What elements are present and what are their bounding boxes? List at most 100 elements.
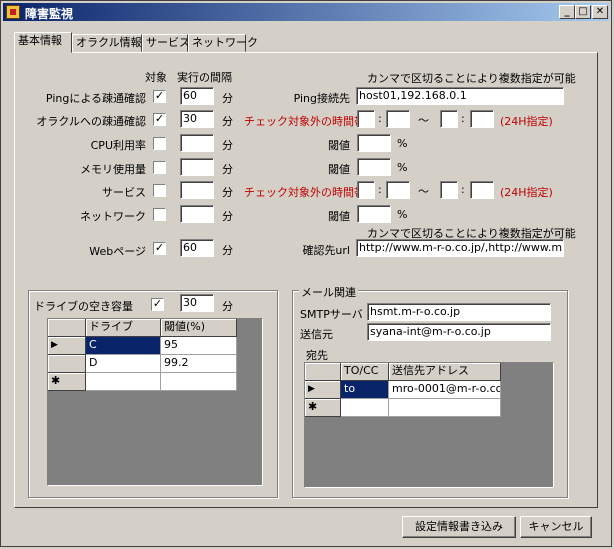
web-check-checkbox[interactable]: ✓ <box>153 242 166 255</box>
save-settings-button[interactable]: 設定情報書き込み <box>402 516 516 538</box>
new-row-marker-icon[interactable]: ✱ <box>48 373 86 391</box>
close-button[interactable]: ✕ <box>592 5 608 19</box>
network-check-checkbox[interactable] <box>153 208 166 221</box>
oracle-exclude-start-hour[interactable] <box>357 110 375 128</box>
memory-threshold-label: 閾値 <box>328 163 350 176</box>
tab-service[interactable]: サービス <box>142 34 190 52</box>
service-interval-unit: 分 <box>222 186 233 199</box>
oracle-exclude-label: チェック対象外の時間帯 <box>244 115 365 128</box>
memory-check-checkbox[interactable] <box>153 161 166 174</box>
service-exclude-start-colon: : <box>378 183 382 196</box>
tab-network[interactable]: ネットワーク <box>188 34 258 52</box>
drive-cell[interactable]: D <box>86 355 161 373</box>
oracle-24h-note: (24H指定) <box>500 115 553 128</box>
to-cc-column-header[interactable]: TO/CC <box>341 363 389 381</box>
oracle-exclude-start-min[interactable] <box>386 110 410 128</box>
network-threshold-input[interactable] <box>357 205 391 223</box>
ping-dest-label: Ping接続先 <box>293 92 350 105</box>
new-row-marker-icon[interactable]: ✱ <box>305 399 341 417</box>
cpu-check-checkbox[interactable] <box>153 137 166 150</box>
minimize-button[interactable]: _ <box>559 5 575 19</box>
memory-check-label: メモリ使用量 <box>80 163 146 176</box>
row-current-marker-icon[interactable]: ▶ <box>48 337 86 355</box>
service-check-checkbox[interactable] <box>153 184 166 197</box>
web-interval-input[interactable]: 60 <box>180 239 214 257</box>
to-cc-cell[interactable]: to <box>341 381 389 399</box>
oracle-interval-input[interactable]: 30 <box>180 110 214 128</box>
drive-column-header[interactable]: ドライブ <box>86 319 161 337</box>
threshold-cell[interactable] <box>161 373 237 391</box>
mail-group-title: メール関連 <box>299 284 358 300</box>
window-title: 障害監視 <box>25 7 74 21</box>
drive-grid[interactable]: ドライブ 閾値(%) ▶ C 95 D 99.2 ✱ <box>47 318 263 486</box>
threshold-cell[interactable]: 99.2 <box>161 355 237 373</box>
service-check-label: サービス <box>102 186 146 199</box>
service-exclude-end-min[interactable] <box>470 181 494 199</box>
url-label: 確認先url <box>302 244 350 257</box>
service-exclude-end-hour[interactable] <box>440 181 458 199</box>
memory-threshold-unit: % <box>397 161 408 174</box>
address-cell[interactable]: mro-0001@m-r-o.co.jp <box>389 381 501 399</box>
oracle-exclude-start-colon: : <box>378 112 382 125</box>
drive-free-label: ドライブの空き容量 <box>34 300 133 313</box>
address-cell[interactable] <box>389 399 501 417</box>
drive-interval-input[interactable]: 30 <box>180 294 214 312</box>
column-interval-header: 実行の間隔 <box>177 71 232 84</box>
oracle-exclude-end-colon: : <box>461 112 465 125</box>
service-exclude-label: チェック対象外の時間帯 <box>244 186 365 199</box>
maximize-button[interactable]: □ <box>575 5 591 19</box>
oracle-check-checkbox[interactable]: ✓ <box>153 113 166 126</box>
memory-interval-input[interactable] <box>180 158 214 176</box>
network-check-label: ネットワーク <box>80 210 146 223</box>
service-exclude-start-hour[interactable] <box>357 181 375 199</box>
to-cc-cell[interactable] <box>341 399 389 417</box>
tab-basic[interactable]: 基本情報 <box>14 32 72 53</box>
service-exclude-tilde: 〜 <box>418 185 429 198</box>
smtp-input[interactable]: hsmt.m-r-o.co.jp <box>367 303 551 321</box>
oracle-check-label: オラクルへの疎通確認 <box>36 115 146 128</box>
recipients-grid[interactable]: TO/CC 送信先アドレス ▶ to mro-0001@m-r-o.co.jp … <box>304 362 554 488</box>
cancel-button[interactable]: キャンセル <box>520 516 592 538</box>
recipients-label: 宛先 <box>306 349 328 362</box>
cpu-threshold-unit: % <box>397 137 408 150</box>
service-interval-input[interactable] <box>180 181 214 199</box>
network-interval-input[interactable] <box>180 205 214 223</box>
service-exclude-end-colon: : <box>461 183 465 196</box>
cpu-threshold-input[interactable] <box>357 134 391 152</box>
column-target-header: 対象 <box>145 71 167 84</box>
row-current-marker-icon[interactable]: ▶ <box>305 381 341 399</box>
ping-dest-input[interactable]: host01,192.168.0.1 <box>356 87 564 105</box>
memory-threshold-input[interactable] <box>357 158 391 176</box>
web-interval-unit: 分 <box>222 244 233 257</box>
ping-interval-input[interactable]: 60 <box>180 87 214 105</box>
drive-cell[interactable] <box>86 373 161 391</box>
row-header[interactable] <box>48 355 86 373</box>
sender-label: 送信元 <box>300 328 333 341</box>
sender-input[interactable]: syana-int@m-r-o.co.jp <box>367 323 551 341</box>
app-icon <box>6 5 20 19</box>
url-input[interactable]: http://www.m-r-o.co.jp/,http://www.mro.o… <box>356 239 564 257</box>
ping-check-checkbox[interactable]: ✓ <box>153 90 166 103</box>
oracle-exclude-end-hour[interactable] <box>440 110 458 128</box>
drive-interval-unit: 分 <box>222 300 233 313</box>
oracle-exclude-end-min[interactable] <box>470 110 494 128</box>
web-check-label: Webページ <box>89 245 146 258</box>
drive-cell[interactable]: C <box>86 337 161 355</box>
recipients-grid-corner <box>305 363 341 381</box>
address-column-header[interactable]: 送信先アドレス <box>389 363 501 381</box>
drive-grid-corner <box>48 319 86 337</box>
cpu-threshold-label: 閾値 <box>328 139 350 152</box>
threshold-column-header[interactable]: 閾値(%) <box>161 319 237 337</box>
ping-interval-unit: 分 <box>222 92 233 105</box>
network-interval-unit: 分 <box>222 210 233 223</box>
comma-note-ping: カンマで区切ることにより複数指定が可能 <box>367 72 576 85</box>
oracle-exclude-tilde: 〜 <box>418 114 429 127</box>
tab-oracle[interactable]: オラクル情報 <box>72 34 142 52</box>
ping-check-label: Pingによる疎通確認 <box>45 92 146 105</box>
drive-check-checkbox[interactable]: ✓ <box>151 298 164 311</box>
smtp-label: SMTPサーバ <box>300 308 363 321</box>
cpu-interval-input[interactable] <box>180 134 214 152</box>
service-exclude-start-min[interactable] <box>386 181 410 199</box>
threshold-cell[interactable]: 95 <box>161 337 237 355</box>
cpu-check-label: CPU利用率 <box>90 139 146 152</box>
